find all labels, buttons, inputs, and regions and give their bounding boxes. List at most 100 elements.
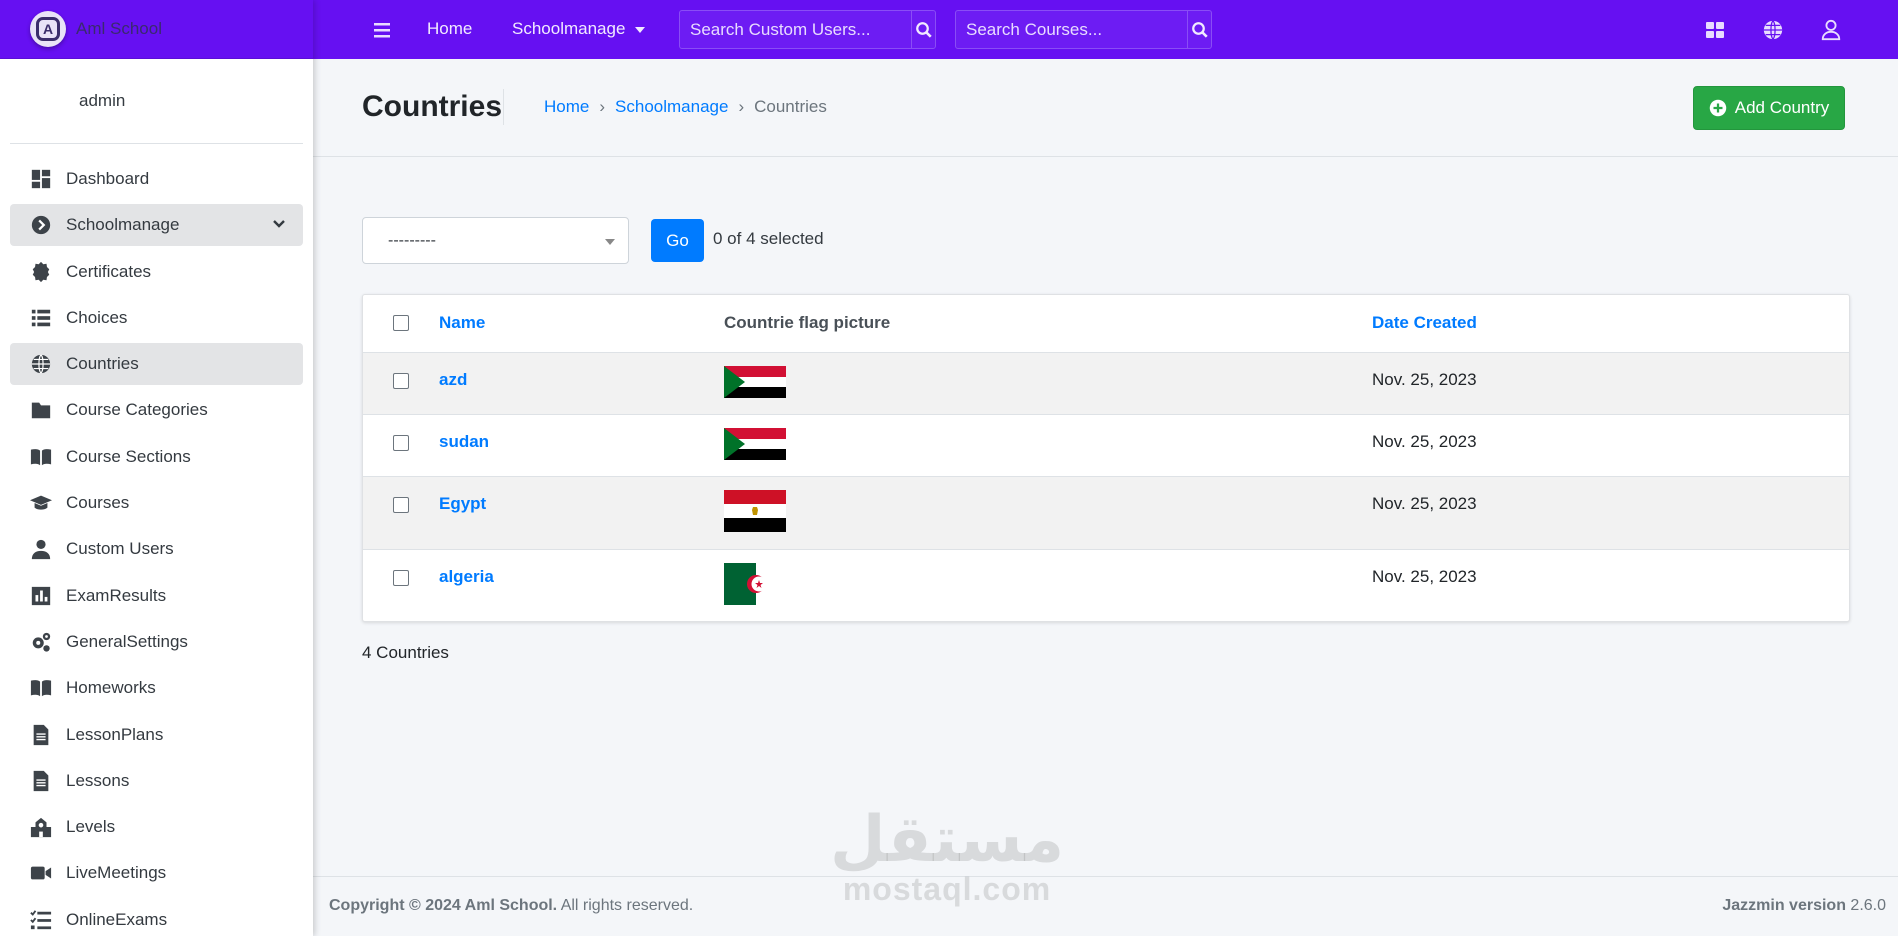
sidebar-item-certificates[interactable]: Certificates	[10, 251, 303, 293]
search-custom-users	[679, 10, 936, 49]
search-users-button[interactable]	[911, 11, 935, 48]
sidebar-item-course-categories[interactable]: Course Categories	[10, 389, 303, 431]
row-date: Nov. 25, 2023	[1372, 432, 1477, 451]
sidebar: A Aml School admin Dashboard Schoolmanag…	[0, 0, 313, 936]
sidebar-item-label: OnlineExams	[66, 909, 168, 929]
add-country-label: Add Country	[1734, 98, 1830, 117]
row-name-link[interactable]: sudan	[439, 432, 489, 452]
content-header: Countries Home › Schoolmanage › Countrie…	[313, 59, 1898, 157]
nav-home-link[interactable]: Home	[427, 19, 472, 39]
watermark-latin: mostaql.com	[842, 871, 1052, 907]
sidebar-item-course-sections[interactable]: Course Sections	[10, 436, 303, 478]
search-courses-input[interactable]	[956, 11, 1187, 48]
sidebar-item-label: Course Categories	[66, 400, 208, 420]
action-select[interactable]: ---------	[362, 217, 629, 264]
sidebar-item-label: Lessons	[66, 770, 130, 790]
algeria-flag-image	[724, 563, 766, 605]
version-label: Jazzmin version	[1722, 897, 1846, 914]
sidebar-item-label: Levels	[66, 817, 116, 837]
sudan-flag-image	[724, 366, 786, 398]
table-row: Egypt Nov. 25, 2023	[363, 476, 1849, 549]
sidebar-item-choices[interactable]: Choices	[10, 297, 303, 339]
sidebar-item-label: GeneralSettings	[66, 631, 188, 651]
user-name[interactable]: admin	[79, 91, 125, 111]
sidebar-item-levels[interactable]: Levels	[10, 806, 303, 848]
row-checkbox[interactable]	[393, 373, 409, 389]
sidebar-item-label: ExamResults	[66, 585, 167, 605]
column-header-name[interactable]: Name	[439, 313, 485, 333]
breadcrumb-current: Countries	[754, 97, 827, 116]
search-icon	[1191, 21, 1208, 38]
select-all-checkbox[interactable]	[393, 315, 409, 331]
folder-icon	[30, 399, 52, 421]
sidebar-item-countries[interactable]: Countries	[10, 343, 303, 386]
row-checkbox[interactable]	[393, 435, 409, 451]
brand-name: Aml School	[76, 19, 162, 38]
footer-copyright: Copyright © 2024 Aml School. All rights …	[329, 897, 693, 915]
row-name-link[interactable]: Egypt	[439, 494, 486, 514]
sidebar-item-lessonplans[interactable]: LessonPlans	[10, 714, 303, 756]
row-name-link[interactable]: azd	[439, 370, 467, 390]
table-header: Name Countrie flag picture Date Created	[363, 295, 1849, 352]
search-icon	[915, 21, 932, 38]
sidebar-nav: Dashboard Schoolmanage Certificates Choi…	[0, 144, 313, 936]
hamburger-menu-icon[interactable]	[371, 19, 393, 41]
sidebar-item-onlineexams[interactable]: OnlineExams	[10, 899, 303, 936]
sidebar-item-examresults[interactable]: ExamResults	[10, 575, 303, 617]
book-open-icon	[30, 446, 52, 468]
sidebar-item-schoolmanage[interactable]: Schoolmanage	[10, 204, 303, 247]
cogs-icon	[30, 631, 52, 653]
sidebar-item-label: Courses	[66, 493, 130, 513]
certificate-icon	[30, 261, 52, 283]
search-courses-button[interactable]	[1187, 11, 1211, 48]
nav-schoolmanage-dropdown[interactable]: Schoolmanage	[512, 19, 645, 39]
user-panel[interactable]: admin	[10, 59, 303, 144]
list-icon	[30, 307, 52, 329]
breadcrumb-separator: ›	[738, 97, 745, 116]
row-name-link[interactable]: algeria	[439, 567, 494, 587]
row-checkbox[interactable]	[393, 497, 409, 513]
page-title: Countries	[362, 90, 503, 123]
table-row: algeria Nov. 25, 2023	[363, 549, 1849, 621]
add-country-button[interactable]: Add Country	[1693, 86, 1845, 130]
watermark: مستقل mostaql.com	[830, 806, 1064, 907]
breadcrumb: Home › Schoolmanage › Countries	[544, 97, 827, 117]
selected-count: 0 of 4 selected	[713, 229, 824, 248]
search-custom-users-input[interactable]	[680, 11, 911, 48]
results-table: Name Countrie flag picture Date Created …	[362, 294, 1850, 622]
breadcrumb-schoolmanage[interactable]: Schoolmanage	[615, 97, 728, 117]
breadcrumb-home[interactable]: Home	[544, 97, 589, 117]
file-alt-icon	[30, 770, 52, 792]
sidebar-item-label: Choices	[66, 307, 128, 327]
video-icon	[30, 862, 52, 884]
sidebar-item-label: LiveMeetings	[66, 863, 167, 883]
sidebar-item-homeworks[interactable]: Homeworks	[10, 667, 303, 709]
th-large-icon[interactable]	[1704, 19, 1726, 41]
row-date: Nov. 25, 2023	[1372, 567, 1477, 586]
version-number: 2.6.0	[1845, 897, 1886, 914]
user-icon[interactable]	[1820, 19, 1842, 41]
rights-text: All rights reserved.	[557, 897, 694, 914]
brand-link[interactable]: A Aml School	[0, 0, 313, 59]
footer-version: Jazzmin version 2.6.0	[1722, 897, 1886, 915]
go-button[interactable]: Go	[651, 219, 704, 262]
row-date: Nov. 25, 2023	[1372, 370, 1477, 389]
sidebar-item-custom-users[interactable]: Custom Users	[10, 528, 303, 570]
egypt-flag-image	[724, 490, 786, 532]
globe-icon[interactable]	[1762, 19, 1784, 41]
chevron-down-icon[interactable]	[271, 216, 287, 232]
column-header-date-created[interactable]: Date Created	[1372, 313, 1477, 333]
sidebar-item-label: Schoolmanage	[66, 215, 180, 235]
book-open-icon	[30, 677, 52, 699]
sidebar-item-dashboard[interactable]: Dashboard	[10, 158, 303, 200]
sidebar-item-lessons[interactable]: Lessons	[10, 760, 303, 802]
sidebar-item-courses[interactable]: Courses	[10, 482, 303, 524]
row-date: Nov. 25, 2023	[1372, 494, 1477, 513]
sidebar-item-label: Certificates	[66, 261, 152, 281]
sidebar-item-livemeetings[interactable]: LiveMeetings	[10, 852, 303, 894]
sidebar-item-label: Custom Users	[66, 539, 174, 559]
user-icon	[30, 538, 52, 560]
row-checkbox[interactable]	[393, 570, 409, 586]
column-header-flag: Countrie flag picture	[724, 313, 891, 332]
sidebar-item-generalsettings[interactable]: GeneralSettings	[10, 621, 303, 663]
